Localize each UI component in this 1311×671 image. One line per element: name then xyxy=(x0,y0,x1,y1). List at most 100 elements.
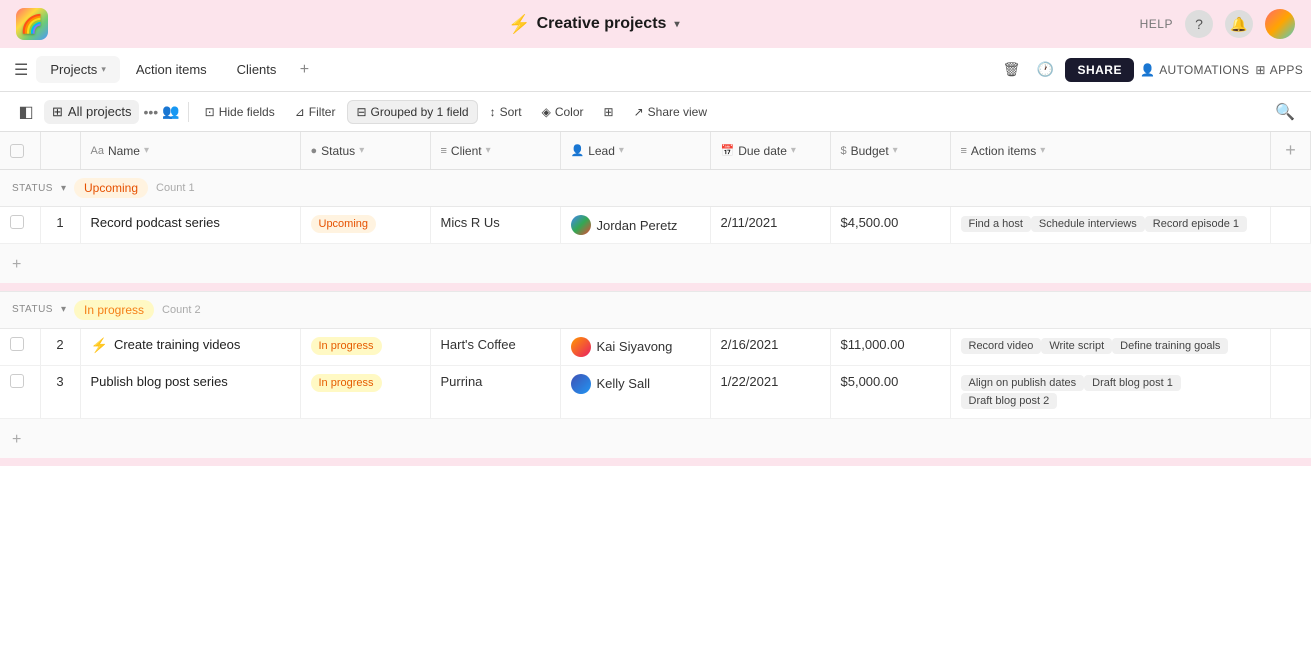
tab-bar-right: 🗑 🕐 SHARE 👤 AUTOMATIONS ⊞ APPS xyxy=(997,56,1303,84)
status-col-sort[interactable]: ▾ xyxy=(359,145,364,156)
grid-icon: ⊞ xyxy=(52,104,63,120)
name-col-header[interactable]: Aa Name ▾ xyxy=(80,132,300,170)
action-items-col-sort[interactable]: ▾ xyxy=(1040,145,1045,156)
lead-name: Jordan Peretz xyxy=(597,218,678,233)
row-extra-cell xyxy=(1271,207,1311,244)
notifications-icon[interactable]: 🔔 xyxy=(1225,10,1253,38)
view-people-icon[interactable]: 👥 xyxy=(162,103,179,120)
add-row-cell[interactable]: + xyxy=(0,244,1311,284)
action-item-tag: Define training goals xyxy=(1112,338,1228,354)
row-action-items-cell: Record videoWrite scriptDefine training … xyxy=(950,328,1271,365)
due-date-col-sort[interactable]: ▾ xyxy=(791,145,796,156)
budget-col-header[interactable]: $ Budget ▾ xyxy=(830,132,950,170)
action-items-col-icon: ≡ xyxy=(961,145,967,157)
row-name-text: Record podcast series xyxy=(91,215,220,230)
action-item-tag: Find a host xyxy=(961,216,1031,232)
row-due-date-cell: 2/11/2021 xyxy=(710,207,830,244)
table-row[interactable]: 3 Publish blog post series In progress P… xyxy=(0,365,1311,418)
row-due-date-cell: 2/16/2021 xyxy=(710,328,830,365)
row-number: 2 xyxy=(40,328,80,365)
view-more-icon[interactable]: ••• xyxy=(143,104,158,120)
automations-button[interactable]: 👤 AUTOMATIONS xyxy=(1140,63,1249,77)
search-button[interactable]: 🔍 xyxy=(1271,98,1299,126)
history-icon[interactable]: 🕐 xyxy=(1031,56,1059,84)
action-items-col-header[interactable]: ≡ Action items ▾ xyxy=(950,132,1271,170)
row-client-cell: Mics R Us xyxy=(430,207,560,244)
add-row-icon[interactable]: + xyxy=(12,256,21,273)
row-checkbox[interactable] xyxy=(0,365,40,418)
title-dropdown-icon[interactable]: ▾ xyxy=(674,19,679,30)
row-budget-cell: $5,000.00 xyxy=(830,365,950,418)
hide-fields-button[interactable]: ⊡ Hide fields xyxy=(197,101,283,123)
checkbox-header[interactable] xyxy=(0,132,40,170)
budget-col-sort[interactable]: ▾ xyxy=(893,145,898,156)
lead-col-header[interactable]: 👤 Lead ▾ xyxy=(560,132,710,170)
row-extra-cell xyxy=(1271,328,1311,365)
row-name-cell: ⚡ Create training videos xyxy=(80,328,300,365)
name-col-label: Name xyxy=(108,144,140,158)
status-col-header[interactable]: ● Status ▾ xyxy=(300,132,430,170)
share-button[interactable]: SHARE xyxy=(1065,58,1134,82)
row-icon: ⚡ xyxy=(91,337,108,354)
user-avatar[interactable] xyxy=(1265,9,1295,39)
row-checkbox[interactable] xyxy=(0,207,40,244)
group-header-0: STATUS ▾ Upcoming Count 1 xyxy=(0,170,1311,207)
row-select-checkbox[interactable] xyxy=(10,337,24,351)
group-chevron[interactable]: ▾ xyxy=(61,304,66,315)
due-date-col-header[interactable]: 📅 Due date ▾ xyxy=(710,132,830,170)
hide-fields-icon: ⊡ xyxy=(205,105,215,119)
group-status-label: STATUS xyxy=(12,304,53,315)
row-client-text: Purrina xyxy=(441,374,483,389)
add-row-icon[interactable]: + xyxy=(12,431,21,448)
action-item-tag: Draft blog post 1 xyxy=(1084,375,1181,391)
add-row-1[interactable]: + xyxy=(0,418,1311,458)
add-row-cell[interactable]: + xyxy=(0,418,1311,458)
table-row[interactable]: 2 ⚡ Create training videos In progress H… xyxy=(0,328,1311,365)
table-body: STATUS ▾ Upcoming Count 1 1 Record podca… xyxy=(0,170,1311,466)
name-col-sort[interactable]: ▾ xyxy=(144,145,149,156)
lead-col-sort[interactable]: ▾ xyxy=(619,145,624,156)
color-button[interactable]: ◈ Color xyxy=(534,101,592,123)
apps-button[interactable]: ⊞ APPS xyxy=(1255,63,1303,77)
sidebar-toggle[interactable]: ◧ xyxy=(12,98,40,126)
add-col-button[interactable]: + xyxy=(1271,132,1311,170)
help-icon[interactable]: ? xyxy=(1185,10,1213,38)
row-select-checkbox[interactable] xyxy=(10,215,24,229)
delete-icon[interactable]: 🗑 xyxy=(997,56,1025,84)
tab-projects[interactable]: Projects ▾ xyxy=(36,56,120,83)
client-col-sort[interactable]: ▾ xyxy=(486,145,491,156)
menu-toggle[interactable]: ☰ xyxy=(8,54,34,86)
toolbar: ◧ ⊞ All projects ••• 👥 ⊡ Hide fields ⊿ F… xyxy=(0,92,1311,132)
action-item-tag: Write script xyxy=(1041,338,1112,354)
row-checkbox[interactable] xyxy=(0,328,40,365)
sort-button[interactable]: ↕ Sort xyxy=(482,101,530,123)
tab-clients[interactable]: Clients xyxy=(223,56,291,83)
bolt-icon: ⚡ xyxy=(508,14,530,35)
client-col-header[interactable]: ≡ Client ▾ xyxy=(430,132,560,170)
row-client-cell: Purrina xyxy=(430,365,560,418)
filter-button[interactable]: ⊿ Filter xyxy=(287,101,344,123)
select-all-checkbox[interactable] xyxy=(10,144,24,158)
lead-col-label: Lead xyxy=(588,144,615,158)
tab-add-button[interactable]: + xyxy=(292,58,316,82)
group-chevron[interactable]: ▾ xyxy=(61,183,66,194)
row-number: 1 xyxy=(40,207,80,244)
row-lead-cell: Kai Siyavong xyxy=(560,328,710,365)
grid-view-button[interactable]: ⊞ All projects xyxy=(44,100,139,124)
budget-col-icon: $ xyxy=(841,145,847,157)
row-client-cell: Hart's Coffee xyxy=(430,328,560,365)
grouped-button[interactable]: ⊟ Grouped by 1 field xyxy=(347,100,477,124)
row-budget-cell: $11,000.00 xyxy=(830,328,950,365)
share-view-button[interactable]: ↗ Share view xyxy=(626,101,715,123)
row-select-checkbox[interactable] xyxy=(10,374,24,388)
toolbar-right: 🔍 xyxy=(1271,98,1299,126)
group-count: Count 2 xyxy=(162,304,201,316)
tab-action-items[interactable]: Action items xyxy=(122,56,221,83)
add-row-0[interactable]: + xyxy=(0,244,1311,284)
lead-cell: Kelly Sall xyxy=(571,374,700,394)
app-logo[interactable]: 🌈 xyxy=(16,8,48,40)
gallery-view-icon[interactable]: ⊞ xyxy=(596,101,622,123)
filter-icon: ⊿ xyxy=(295,105,305,119)
table-row[interactable]: 1 Record podcast series Upcoming Mics R … xyxy=(0,207,1311,244)
row-client-text: Hart's Coffee xyxy=(441,337,516,352)
